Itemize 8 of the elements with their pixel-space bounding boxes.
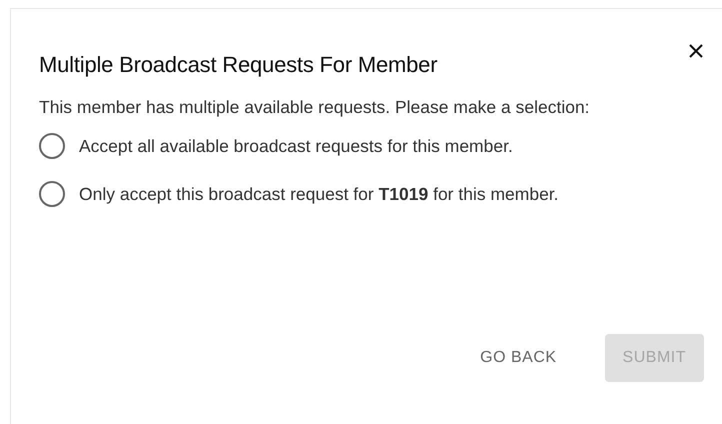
close-icon: [689, 44, 703, 58]
back-button[interactable]: GO BACK: [462, 334, 575, 382]
option-label: Only accept this broadcast request for T1019 for this member.: [79, 183, 559, 206]
dialog-message: This member has multiple available requests. Please make a selection:: [39, 96, 591, 119]
radio-button[interactable]: [39, 133, 65, 160]
dialog-title: Multiple Broadcast Requests For Member: [39, 51, 438, 79]
radio-button[interactable]: [39, 181, 65, 208]
option-label: Accept all available broadcast requests for this member.: [79, 135, 513, 158]
